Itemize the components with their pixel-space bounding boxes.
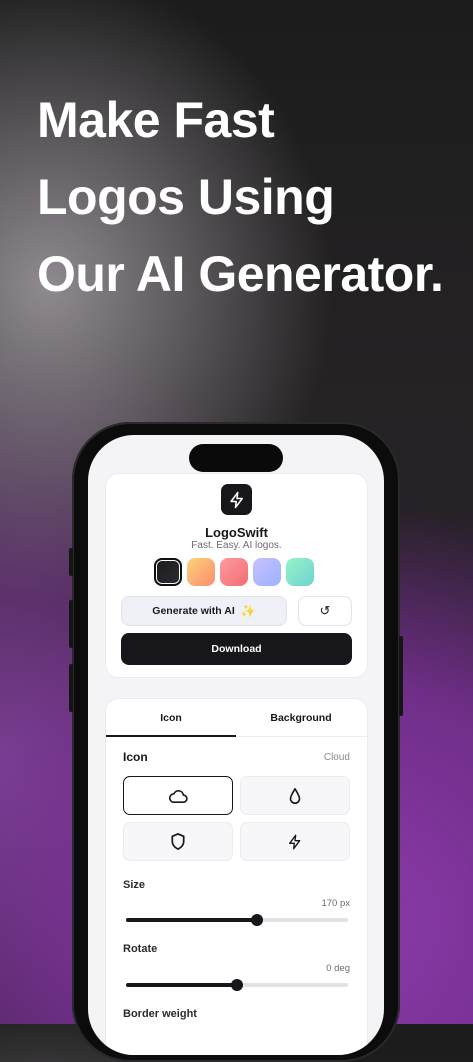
lightning-bolt-icon [221, 484, 252, 515]
app-name: LogoSwift [205, 525, 268, 540]
droplet-icon [289, 787, 301, 804]
tab-icon-label: Icon [160, 711, 182, 724]
cloud-icon [168, 789, 188, 803]
logo-preview-card: LogoSwift Fast. Easy. AI logos. Generate… [105, 473, 368, 678]
rotate-readout: 0 deg [326, 963, 350, 974]
border-weight-label: Border weight [123, 1008, 197, 1020]
rotate-label: Rotate [123, 943, 158, 955]
shield-icon [171, 833, 185, 850]
dynamic-island [189, 444, 283, 472]
size-readout: 170 px [321, 898, 350, 909]
download-label: Download [211, 643, 262, 655]
swatch-coral[interactable] [220, 558, 248, 586]
size-slider-thumb[interactable] [250, 914, 263, 926]
phone-silent-switch [69, 548, 73, 576]
phone-power-button [399, 636, 403, 716]
tab-icon[interactable]: Icon [106, 699, 236, 737]
generate-label: Generate with AI [152, 605, 235, 617]
lightning-bolt-icon [289, 834, 301, 849]
swatch-mint[interactable] [286, 558, 314, 586]
size-slider[interactable] [126, 914, 348, 926]
swatch-orange[interactable] [187, 558, 215, 586]
tab-background[interactable]: Background [236, 699, 366, 736]
phone-screen: LogoSwift Fast. Easy. AI logos. Generate… [88, 435, 384, 1055]
headline-line-3: Our AI Generator. [37, 246, 444, 302]
swatch-black[interactable] [154, 558, 182, 586]
size-label: Size [123, 879, 146, 891]
rotate-slider[interactable] [126, 979, 348, 991]
headline-line-2: Logos Using [37, 169, 335, 225]
download-button[interactable]: Download [121, 633, 352, 665]
color-swatches [154, 558, 314, 586]
size-slider-fill [126, 918, 257, 922]
phone-volume-down [69, 664, 73, 712]
icon-option-bolt[interactable] [240, 822, 350, 861]
reset-button[interactable]: ↺ [298, 596, 352, 626]
icon-option-shield[interactable] [123, 822, 233, 861]
refresh-icon: ↺ [319, 603, 331, 618]
sparkle-icon: ✨ [240, 604, 256, 618]
phone-volume-up [69, 600, 73, 648]
icon-section-title: Icon [123, 750, 148, 764]
customize-panel: Icon Background Icon Cloud Size 170 px R… [105, 698, 368, 1055]
tab-bar: Icon Background [106, 699, 367, 737]
app-tagline: Fast. Easy. AI logos. [191, 540, 282, 551]
swatch-lavender[interactable] [253, 558, 281, 586]
generate-with-ai-button[interactable]: Generate with AI ✨ [121, 596, 287, 626]
rotate-slider-thumb[interactable] [231, 979, 243, 991]
rotate-slider-fill [126, 983, 237, 987]
headline-line-1: Make Fast [37, 92, 275, 148]
icon-option-droplet[interactable] [240, 776, 350, 815]
tab-background-label: Background [270, 711, 332, 724]
selected-icon-value: Cloud [323, 752, 350, 763]
icon-option-cloud[interactable] [123, 776, 233, 815]
hero-headline: Make Fast Logos Using Our AI Generator. [37, 82, 444, 313]
